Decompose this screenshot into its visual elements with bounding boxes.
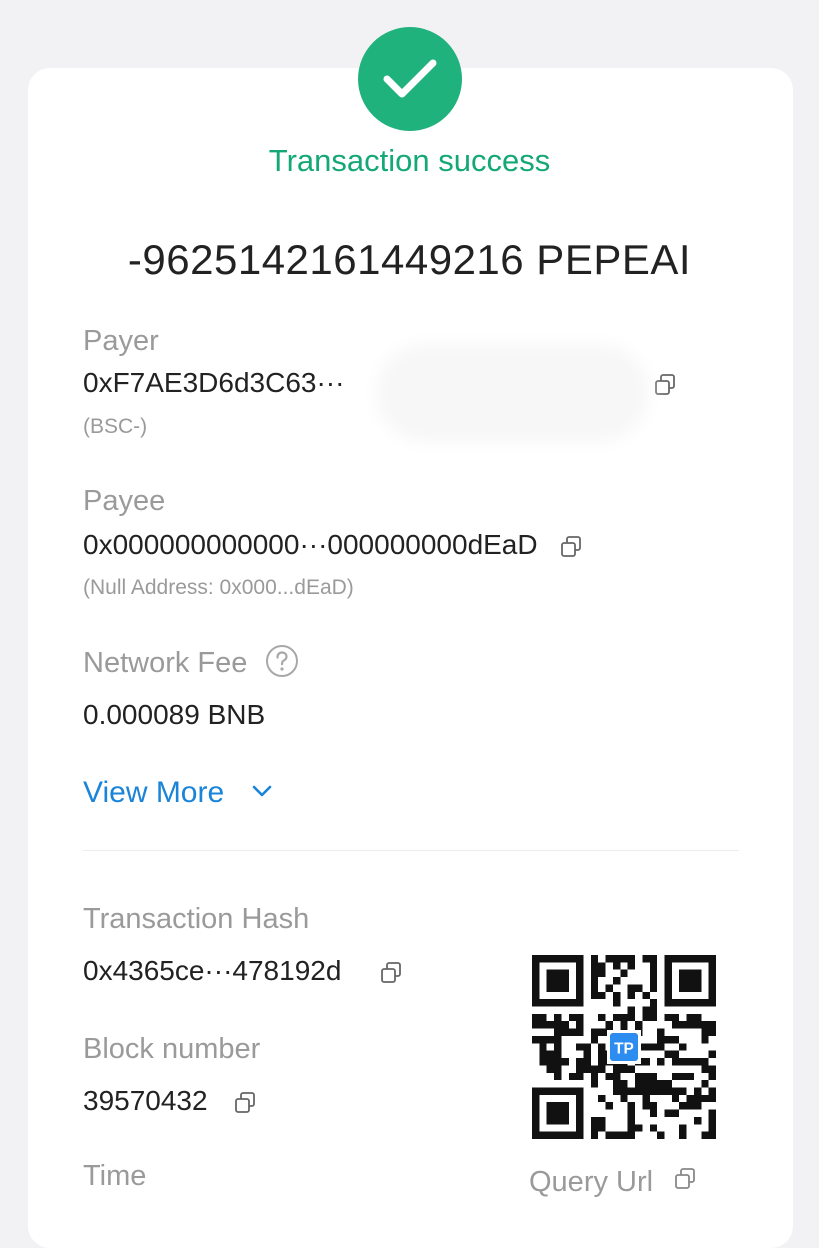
network-fee-label-text: Network Fee <box>83 647 248 679</box>
network-fee-label: Network Fee <box>83 644 299 680</box>
copy-icon[interactable] <box>233 1091 257 1115</box>
transaction-hash-value: 0x4365ce···478192d <box>83 955 342 986</box>
payer-network: (BSC-) <box>83 415 148 438</box>
qr-logo-text: TP <box>614 1040 634 1057</box>
query-url[interactable]: Query Url <box>529 1166 697 1199</box>
payer-label: Payer <box>83 325 159 357</box>
payee-address-text: 0x000000000000···000000000dEaD <box>83 529 538 560</box>
payer-address-start: 0xF7AE3D6d3C63··· <box>83 367 345 398</box>
transaction-hash: 0x4365ce···478192d <box>83 955 403 987</box>
block-number: 39570432 <box>83 1085 257 1117</box>
block-number-value: 39570432 <box>83 1085 208 1116</box>
network-fee-value: 0.000089 BNB <box>83 699 266 730</box>
help-icon[interactable] <box>265 644 299 678</box>
transaction-hash-label: Transaction Hash <box>83 903 310 935</box>
copy-icon[interactable] <box>653 373 677 397</box>
success-badge <box>358 27 462 131</box>
view-more-label: View More <box>83 776 225 809</box>
view-more-button[interactable]: View More <box>83 776 273 810</box>
copy-icon[interactable] <box>673 1167 697 1191</box>
qr-code[interactable]: TP <box>532 955 716 1139</box>
check-icon <box>383 59 437 98</box>
copy-icon[interactable] <box>559 535 583 559</box>
copy-icon[interactable] <box>379 961 403 985</box>
time-label: Time <box>83 1160 147 1192</box>
redacted-blur <box>390 358 635 428</box>
payee-note: (Null Address: 0x000...dEaD) <box>83 576 354 599</box>
status-text: Transaction success <box>268 143 551 178</box>
payee-address: 0x000000000000···000000000dEaD <box>83 529 583 561</box>
query-url-label: Query Url <box>529 1166 654 1198</box>
section-divider <box>83 850 739 851</box>
block-number-label: Block number <box>83 1033 261 1065</box>
payee-label: Payee <box>83 485 166 517</box>
chevron-down-icon <box>252 785 271 797</box>
transaction-amount: -9625142161449216 PEPEAI <box>127 236 692 283</box>
